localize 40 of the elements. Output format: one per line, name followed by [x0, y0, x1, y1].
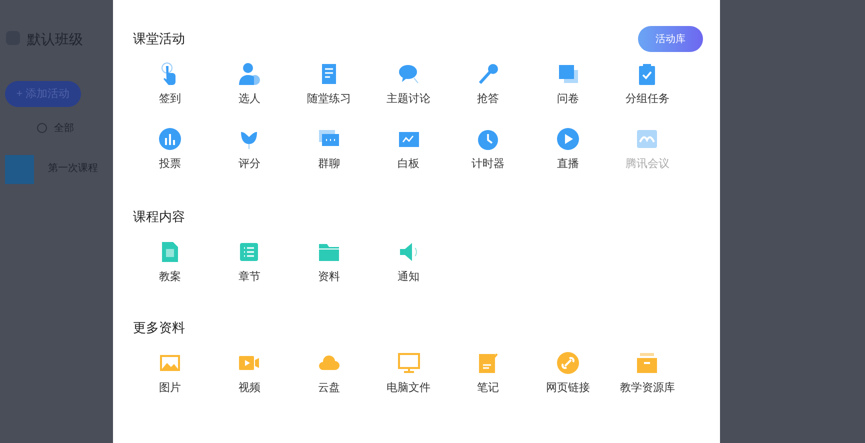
meeting-logo-icon	[635, 127, 660, 151]
activity-item[interactable]: 直播	[556, 127, 580, 171]
play-circle-icon	[556, 127, 580, 151]
chat-bubbles-icon	[396, 62, 421, 86]
activity-item[interactable]: 章节	[237, 240, 262, 284]
activity-item[interactable]: 资料	[316, 240, 341, 284]
activity-item[interactable]: 群聊	[316, 127, 341, 171]
section-title: 课程内容	[133, 208, 185, 226]
activity-item[interactable]: 随堂练习	[306, 62, 351, 106]
activity-item[interactable]: 选人	[237, 62, 262, 106]
activity-item[interactable]: 投票	[158, 127, 182, 171]
activity-item[interactable]: 通知	[396, 240, 421, 284]
link-circle-icon	[556, 351, 580, 375]
activity-item[interactable]: 教学资源库	[620, 351, 675, 395]
course-thumbnail	[5, 155, 34, 184]
activity-item[interactable]: 评分	[237, 127, 262, 171]
activity-item[interactable]: 视频	[237, 351, 262, 395]
activity-item[interactable]: 抢答	[476, 62, 500, 106]
activity-item[interactable]: 白板	[396, 127, 421, 171]
storage-box-icon	[635, 351, 660, 375]
activity-item[interactable]: 分组任务	[625, 62, 670, 106]
section-title: 更多资料	[133, 319, 185, 338]
bar-chart-circle-icon	[158, 127, 182, 151]
activity-item[interactable]: 主题讨论	[386, 62, 431, 106]
activity-item[interactable]: 图片	[158, 351, 182, 395]
notepad-icon	[476, 351, 500, 375]
section-title: 课堂活动	[133, 30, 185, 48]
clock-icon	[476, 127, 500, 151]
activity-item[interactable]: 签到	[158, 62, 182, 106]
microphone-icon	[476, 62, 500, 86]
activity-item[interactable]: 电脑文件	[386, 351, 431, 395]
activity-item[interactable]: 笔记	[476, 351, 500, 395]
monitor-icon	[396, 351, 421, 375]
activity-item[interactable]: 网页链接	[546, 351, 590, 395]
activity-item[interactable]: 云盘	[316, 351, 341, 395]
activity-item[interactable]: 教案	[158, 240, 182, 284]
activity-item[interactable]: 问卷	[556, 62, 580, 106]
activity-item[interactable]: 计时器	[472, 127, 505, 171]
person-check-icon	[237, 62, 262, 86]
radio-icon	[37, 123, 47, 133]
